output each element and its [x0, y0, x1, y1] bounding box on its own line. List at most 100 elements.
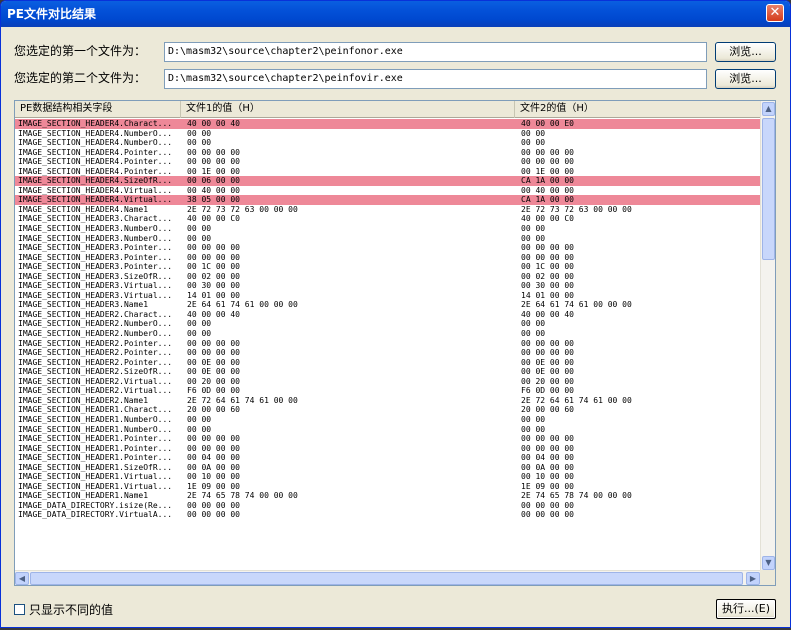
file1-path-input[interactable]: D:\masm32\source\chapter2\peinfonor.exe [164, 42, 707, 62]
show-diff-only-checkbox[interactable] [14, 604, 25, 615]
scroll-down-button[interactable]: ▼ [762, 556, 775, 570]
table-row[interactable]: IMAGE_SECTION_HEADER1.NumberO... 00 00 00 … [15, 425, 760, 435]
cell-field: IMAGE_SECTION_HEADER1.Pointer... [18, 453, 173, 463]
cell-file1: 00 00 [187, 414, 212, 424]
cell-field: IMAGE_SECTION_HEADER2.NumberO... [18, 329, 173, 339]
horizontal-scroll-thumb[interactable] [30, 572, 743, 585]
cell-file2: 40 00 00 E0 [521, 119, 574, 128]
cell-file1: 00 00 00 00 [187, 157, 240, 167]
cell-file1: 00 00 00 00 [187, 510, 240, 520]
close-button[interactable]: ✕ [766, 4, 784, 22]
table-row-diff[interactable]: IMAGE_SECTION_HEADER4.Virtual... 38 05 00… [15, 195, 760, 205]
table-row[interactable]: IMAGE_SECTION_HEADER1.Name1 2E 74 65 78 7… [15, 491, 760, 501]
table-row[interactable]: IMAGE_SECTION_HEADER1.Charact... 20 00 00… [15, 405, 760, 415]
show-diff-only-label[interactable]: 只显示不同的值 [29, 601, 113, 618]
file1-browse-button[interactable]: 浏览... [715, 42, 776, 62]
table-row[interactable]: IMAGE_SECTION_HEADER2.Pointer... 00 0E 00… [15, 358, 760, 368]
title-bar[interactable]: PE文件对比结果 ✕ [1, 1, 790, 27]
column-header-field[interactable]: PE数据结构相关字段 [15, 101, 181, 118]
table-row[interactable]: IMAGE_SECTION_HEADER3.Pointer... 00 1C 00… [15, 262, 760, 272]
cell-file1: 00 00 [187, 128, 212, 138]
table-row[interactable]: IMAGE_SECTION_HEADER4.Pointer... 00 1E 00… [15, 167, 760, 177]
cell-field: IMAGE_SECTION_HEADER3.Name1 [18, 300, 149, 310]
vertical-scroll-thumb[interactable] [762, 118, 775, 260]
cell-field: IMAGE_SECTION_HEADER2.SizeOfR... [18, 367, 173, 377]
table-row[interactable]: IMAGE_SECTION_HEADER4.Pointer... 00 00 00… [15, 157, 760, 167]
cell-file2: 00 00 00 00 [521, 338, 574, 348]
table-row[interactable]: IMAGE_SECTION_HEADER4.Name1 2E 72 73 72 6… [15, 205, 760, 215]
table-row[interactable]: IMAGE_SECTION_HEADER2.Virtual... F6 0D 00… [15, 386, 760, 396]
list-header: PE数据结构相关字段 文件1的值（H） 文件2的值（H） [15, 101, 760, 118]
table-row[interactable]: IMAGE_SECTION_HEADER2.SizeOfR... 00 0E 00… [15, 367, 760, 377]
cell-file2: 00 00 00 00 [521, 147, 574, 157]
table-row[interactable]: IMAGE_DATA_DIRECTORY.isize(Re... 00 00 00… [15, 501, 760, 511]
table-row[interactable]: IMAGE_SECTION_HEADER2.Pointer... 00 00 00… [15, 339, 760, 349]
cell-file2: 00 00 [521, 138, 546, 148]
table-row[interactable]: IMAGE_SECTION_HEADER1.Pointer... 00 04 00… [15, 453, 760, 463]
file2-path-input[interactable]: D:\masm32\source\chapter2\peinfovir.exe [164, 69, 707, 89]
cell-file2: 1E 09 00 00 [521, 481, 574, 491]
table-row[interactable]: IMAGE_SECTION_HEADER3.Name1 2E 64 61 74 6… [15, 300, 760, 310]
table-row-diff[interactable]: IMAGE_SECTION_HEADER4.Charact... 40 00 00… [15, 119, 760, 129]
table-row[interactable]: IMAGE_SECTION_HEADER3.NumberO... 00 00 00 … [15, 234, 760, 244]
cell-file2: 00 00 [521, 424, 546, 434]
file2-browse-button[interactable]: 浏览... [715, 69, 776, 89]
cell-file2: 00 1E 00 00 [521, 166, 574, 176]
cell-file2: 00 00 [521, 414, 546, 424]
cell-file1: 00 0A 00 00 [187, 462, 240, 472]
cell-file2: 00 00 00 00 [521, 443, 574, 453]
list-rows: IMAGE_SECTION_HEADER4.Charact... 40 00 00… [15, 119, 760, 573]
vertical-scrollbar[interactable]: ▲ ▼ [760, 101, 775, 571]
horizontal-scrollbar[interactable]: ◀ ▶ [15, 570, 760, 585]
table-row[interactable]: IMAGE_SECTION_HEADER3.SizeOfR... 00 02 00… [15, 272, 760, 282]
table-row[interactable]: IMAGE_SECTION_HEADER1.Virtual... 00 10 00… [15, 472, 760, 482]
table-row[interactable]: IMAGE_SECTION_HEADER2.Pointer... 00 00 00… [15, 348, 760, 358]
table-row[interactable]: IMAGE_SECTION_HEADER2.Charact... 40 00 00… [15, 310, 760, 320]
table-row[interactable]: IMAGE_SECTION_HEADER2.NumberO... 00 00 00 … [15, 319, 760, 329]
scroll-left-button[interactable]: ◀ [15, 572, 29, 585]
table-row[interactable]: IMAGE_SECTION_HEADER1.Pointer... 00 00 00… [15, 444, 760, 454]
table-row[interactable]: IMAGE_SECTION_HEADER4.NumberO... 00 00 00 … [15, 129, 760, 139]
cell-file2: 00 00 00 00 [521, 348, 574, 358]
compare-list[interactable]: PE数据结构相关字段 文件1的值（H） 文件2的值（H） IMAGE_SECTI… [14, 100, 776, 586]
cell-field: IMAGE_SECTION_HEADER3.SizeOfR... [18, 271, 173, 281]
cell-file1: 00 00 00 00 [187, 500, 240, 510]
cell-file1: 00 00 00 00 [187, 147, 240, 157]
cell-field: IMAGE_SECTION_HEADER4.Pointer... [18, 147, 173, 157]
cell-file1: F6 0D 00 00 [187, 386, 240, 396]
table-row[interactable]: IMAGE_SECTION_HEADER3.Pointer... 00 00 00… [15, 253, 760, 263]
table-row[interactable]: IMAGE_SECTION_HEADER3.NumberO... 00 00 00 … [15, 224, 760, 234]
cell-field: IMAGE_SECTION_HEADER1.Pointer... [18, 434, 173, 444]
table-row[interactable]: IMAGE_SECTION_HEADER4.Pointer... 00 00 00… [15, 148, 760, 158]
table-row[interactable]: IMAGE_SECTION_HEADER1.NumberO... 00 00 00 … [15, 415, 760, 425]
table-row[interactable]: IMAGE_SECTION_HEADER1.Virtual... 1E 09 00… [15, 482, 760, 492]
table-row[interactable]: IMAGE_SECTION_HEADER2.NumberO... 00 00 00 … [15, 329, 760, 339]
table-row[interactable]: IMAGE_SECTION_HEADER1.SizeOfR... 00 0A 00… [15, 463, 760, 473]
cell-field: IMAGE_SECTION_HEADER4.NumberO... [18, 138, 173, 148]
column-header-file2[interactable]: 文件2的值（H） [515, 101, 760, 118]
table-row[interactable]: IMAGE_SECTION_HEADER3.Virtual... 14 01 00… [15, 291, 760, 301]
cell-field: IMAGE_SECTION_HEADER3.NumberO... [18, 224, 173, 234]
table-row[interactable]: IMAGE_SECTION_HEADER4.Virtual... 00 40 00… [15, 186, 760, 196]
scroll-up-button[interactable]: ▲ [762, 102, 775, 116]
cell-file2: 00 00 [521, 233, 546, 243]
execute-button[interactable]: 执行...(E) [716, 599, 776, 619]
cell-file1: 00 06 00 00 [187, 176, 240, 186]
chevron-up-icon: ▲ [765, 104, 772, 113]
scroll-right-button[interactable]: ▶ [746, 572, 760, 585]
cell-field: IMAGE_SECTION_HEADER3.Pointer... [18, 243, 173, 253]
table-row-diff[interactable]: IMAGE_SECTION_HEADER4.SizeOfR... 00 06 00… [15, 176, 760, 186]
table-row[interactable]: IMAGE_SECTION_HEADER1.Pointer... 00 00 00… [15, 434, 760, 444]
table-row[interactable]: IMAGE_DATA_DIRECTORY.VirtualA... 00 00 00… [15, 510, 760, 520]
file2-label: 您选定的第二个文件为： [14, 71, 147, 85]
table-row[interactable]: IMAGE_SECTION_HEADER3.Virtual... 00 30 00… [15, 281, 760, 291]
table-row[interactable]: IMAGE_SECTION_HEADER2.Virtual... 00 20 00… [15, 377, 760, 387]
table-row[interactable]: IMAGE_SECTION_HEADER2.Name1 2E 72 64 61 7… [15, 396, 760, 406]
cell-file1: 00 02 00 00 [187, 271, 240, 281]
column-header-file1[interactable]: 文件1的值（H） [181, 101, 515, 118]
table-row[interactable]: IMAGE_SECTION_HEADER3.Pointer... 00 00 00… [15, 243, 760, 253]
table-row[interactable]: IMAGE_SECTION_HEADER3.Charact... 40 00 00… [15, 214, 760, 224]
table-row[interactable]: IMAGE_SECTION_HEADER4.NumberO... 00 00 00 … [15, 138, 760, 148]
cell-file1: 00 00 00 00 [187, 252, 240, 262]
cell-field: IMAGE_SECTION_HEADER4.Pointer... [18, 166, 173, 176]
